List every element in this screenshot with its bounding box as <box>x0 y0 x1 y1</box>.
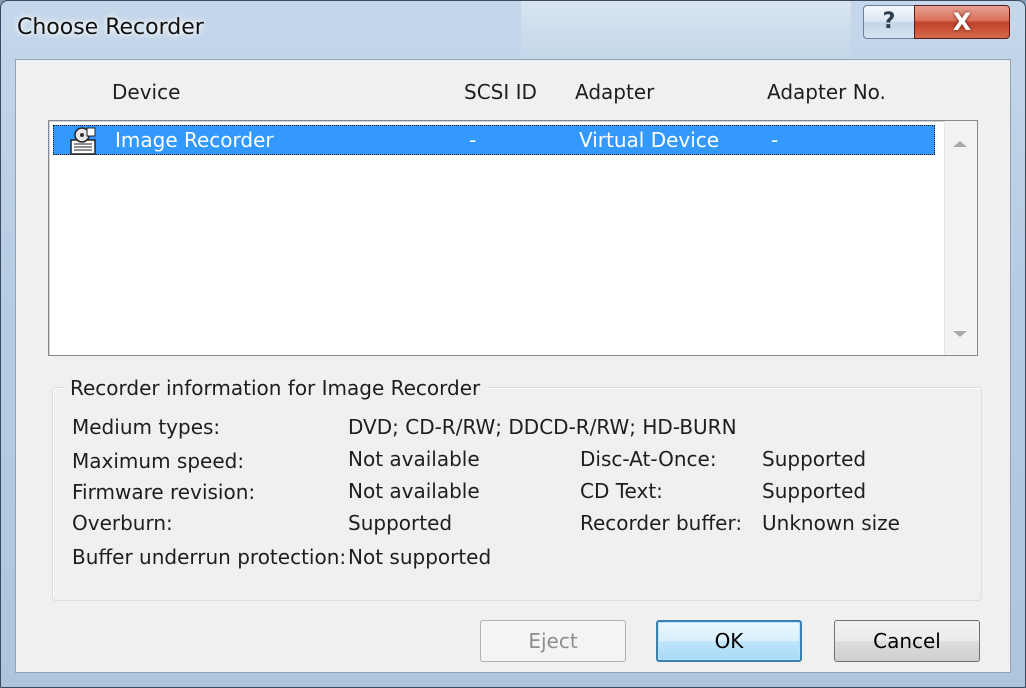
help-icon: ? <box>882 9 896 34</box>
column-header-device[interactable]: Device <box>112 80 180 104</box>
recorder-scsi-id: - <box>469 128 477 152</box>
close-icon: X <box>952 8 972 36</box>
background-window-glimpse <box>521 1 851 57</box>
medium-types-value: DVD; CD-R/RW; DDCD-R/RW; HD-BURN <box>348 415 737 439</box>
column-header-adapter[interactable]: Adapter <box>575 80 654 104</box>
recorder-adapter: Virtual Device <box>579 128 720 152</box>
firmware-value: Not available <box>348 479 480 503</box>
recorder-buffer-value: Unknown size <box>762 511 900 535</box>
close-button[interactable]: X <box>914 5 1010 39</box>
title-bar[interactable]: Choose Recorder ? X <box>1 1 1025 57</box>
cdtext-value: Supported <box>762 479 867 503</box>
recorder-info-title: Recorder information for Image Recorder <box>64 376 487 400</box>
recorder-buffer-label: Recorder buffer: <box>580 511 743 535</box>
help-button[interactable]: ? <box>863 5 915 39</box>
column-header-adapter-no[interactable]: Adapter No. <box>767 80 886 104</box>
max-speed-label: Maximum speed: <box>72 449 245 473</box>
image-recorder-icon <box>70 127 96 155</box>
buffer-underrun-label: Buffer underrun protection: <box>72 545 347 569</box>
vertical-scrollbar[interactable] <box>944 121 977 355</box>
recorder-row-selected[interactable]: Image Recorder - Virtual Device - <box>53 125 935 155</box>
firmware-label: Firmware revision: <box>72 480 256 504</box>
choose-recorder-dialog: Choose Recorder ? X Device SCSI ID Adapt… <box>0 0 1026 688</box>
recorder-device-name: Image Recorder <box>115 128 274 152</box>
eject-button[interactable]: Eject <box>480 620 626 662</box>
dao-value: Supported <box>762 447 867 471</box>
overburn-label: Overburn: <box>72 511 173 535</box>
scroll-up-arrow-icon[interactable] <box>953 141 967 147</box>
medium-types-label: Medium types: <box>72 415 221 439</box>
cancel-button[interactable]: Cancel <box>834 620 980 662</box>
cdtext-label: CD Text: <box>580 479 663 503</box>
overburn-value: Supported <box>348 511 453 535</box>
recorder-list[interactable]: Image Recorder - Virtual Device - <box>48 120 978 356</box>
column-header-scsi-id[interactable]: SCSI ID <box>464 80 537 104</box>
buffer-underrun-value: Not supported <box>348 545 492 569</box>
recorder-adapter-no: - <box>771 128 779 152</box>
dialog-title: Choose Recorder <box>17 15 204 40</box>
dao-label: Disc-At-Once: <box>580 447 717 471</box>
max-speed-value: Not available <box>348 447 480 471</box>
ok-button[interactable]: OK <box>656 620 802 662</box>
scroll-down-arrow-icon[interactable] <box>953 331 967 337</box>
dialog-client-area: Device SCSI ID Adapter Adapter No. Image… <box>15 59 1011 673</box>
